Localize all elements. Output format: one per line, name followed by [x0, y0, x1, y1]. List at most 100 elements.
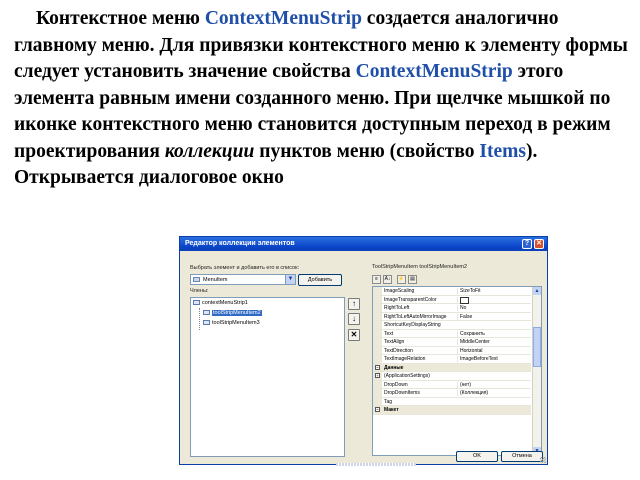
property-name: DropDownItems: [384, 390, 420, 396]
help-button[interactable]: ?: [522, 239, 532, 249]
property-name: ShortcutKeyDisplayString: [384, 322, 441, 328]
tree-item-selected[interactable]: toolStripMenuItem2: [203, 310, 262, 319]
property-name: Данные: [384, 364, 404, 371]
tree-connector: [199, 308, 200, 330]
text-part-1: Контекстное меню: [36, 8, 205, 29]
property-row[interactable]: RightToLeft No: [373, 304, 531, 313]
collapse-icon[interactable]: −: [375, 364, 380, 370]
property-name: TextDirection: [384, 347, 413, 354]
property-name: (ApplicationSettings): [384, 373, 430, 379]
events-icon[interactable]: ⚡: [397, 275, 406, 284]
properties-heading: ToolStripMenuItem toolStripMenuItem2: [372, 264, 468, 270]
tree-item[interactable]: toolStripMenuItem3: [203, 320, 260, 329]
expand-icon[interactable]: +: [375, 373, 380, 378]
property-name: TextImageRelation: [384, 356, 426, 362]
property-grid[interactable]: ImageScaling SizeToFit ImageTransparentCol…: [372, 286, 542, 456]
property-gutter: [373, 338, 382, 346]
dialog-title: Редактор коллекции элементов: [185, 240, 295, 247]
property-value[interactable]: (нет): [457, 381, 534, 388]
property-row[interactable]: DropDownItems (Коллекция): [373, 389, 531, 398]
context-menu-icon: [193, 300, 200, 306]
property-gutter: [373, 321, 382, 329]
property-value[interactable]: MiddleCenter: [457, 339, 534, 345]
scroll-thumb[interactable]: [533, 327, 541, 367]
menu-item-icon: [203, 320, 210, 326]
chevron-down-icon[interactable]: ▼: [285, 275, 295, 284]
color-swatch: [460, 296, 469, 304]
property-gutter: [373, 355, 382, 363]
add-button[interactable]: Добавить: [298, 274, 342, 286]
property-row[interactable]: ShortcutKeyDisplayString: [373, 321, 531, 330]
property-gutter: [373, 287, 382, 295]
property-row[interactable]: TextDirection Horizontal: [373, 346, 534, 355]
property-value[interactable]: ImageBeforeText: [457, 356, 534, 362]
property-value[interactable]: [457, 296, 534, 304]
move-down-button[interactable]: ↓: [348, 313, 360, 325]
property-row[interactable]: Tag: [373, 397, 531, 406]
property-gutter: [373, 389, 382, 397]
collection-editor-dialog: Редактор коллекции элементов ? ✕ Выбрать…: [179, 236, 548, 465]
dialog-titlebar[interactable]: Редактор коллекции элементов ? ✕: [180, 237, 547, 251]
resize-grip-icon[interactable]: [540, 457, 546, 463]
property-grid-scrollbar[interactable]: ▲ ▼: [532, 287, 541, 455]
property-name: Макет: [384, 407, 399, 413]
ok-button[interactable]: OK: [456, 451, 498, 462]
properties-toolbar: ≡ A↓ ⚡ ▤: [372, 275, 542, 285]
property-gutter: [373, 397, 382, 405]
property-gutter: [373, 312, 382, 320]
property-value[interactable]: (Коллекция): [457, 390, 534, 396]
property-row[interactable]: RightToLeftAutoMirrorImage False: [373, 312, 534, 321]
cancel-button[interactable]: Отмена: [501, 451, 543, 462]
property-name: DropDown: [384, 381, 408, 388]
property-row[interactable]: + (ApplicationSettings): [373, 372, 531, 381]
move-up-button[interactable]: ↑: [348, 298, 360, 310]
term-items: Items: [479, 140, 526, 162]
property-gutter: [373, 329, 382, 337]
property-pages-icon[interactable]: ▤: [408, 275, 417, 284]
property-name: ImageScaling: [384, 288, 415, 294]
alphabetical-icon[interactable]: A↓: [383, 275, 392, 284]
members-label: Члены:: [190, 288, 209, 294]
close-button[interactable]: ✕: [534, 239, 544, 249]
item-type-combo[interactable]: MenuItem ▼: [190, 274, 296, 285]
property-value[interactable]: No: [457, 305, 534, 311]
select-item-label: Выбрать элемент и добавить его в список:: [190, 265, 300, 271]
text-part-4: пунктов меню (свойство: [254, 140, 480, 162]
scroll-up-icon[interactable]: ▲: [533, 287, 541, 295]
property-value[interactable]: SizeToFit: [457, 288, 534, 294]
remove-button[interactable]: ✕: [348, 329, 360, 341]
term-contextmenustrip-2: ContextMenuStrip: [355, 61, 513, 82]
property-gutter: [373, 295, 382, 303]
members-tree[interactable]: contextMenuStrip1 toolStripMenuItem2 too…: [190, 297, 345, 457]
property-name: Text: [384, 330, 394, 337]
property-gutter: [373, 346, 382, 354]
menu-item-icon: [193, 277, 200, 282]
property-category[interactable]: − Данные: [373, 363, 531, 372]
property-value[interactable]: Horizontal: [457, 347, 534, 354]
property-row[interactable]: Text Сохранить: [373, 329, 534, 338]
description-paragraph: Контекстное меню ContextMenuStrip создае…: [14, 6, 630, 192]
term-collection: коллекции: [164, 140, 255, 162]
property-gutter: [373, 304, 382, 312]
collapse-icon[interactable]: −: [375, 407, 380, 412]
property-gutter: [373, 380, 382, 388]
property-row[interactable]: ImageScaling SizeToFit: [373, 287, 531, 296]
property-category[interactable]: − Макет: [373, 406, 531, 415]
property-name: TextAlign: [384, 339, 405, 345]
property-row[interactable]: ImageTransparentColor: [373, 295, 534, 304]
tree-item-root[interactable]: contextMenuStrip1: [193, 300, 248, 309]
menu-item-icon: [203, 310, 210, 316]
property-name: RightToLeft: [384, 305, 410, 311]
property-name: RightToLeftAutoMirrorImage: [384, 313, 447, 320]
property-row[interactable]: DropDown (нет): [373, 380, 534, 389]
property-name: Tag: [384, 398, 393, 405]
item-type-value: MenuItem: [203, 277, 228, 283]
categorized-icon[interactable]: ≡: [372, 275, 381, 284]
property-row[interactable]: TextAlign MiddleCenter: [373, 338, 531, 347]
decorative-strip: [336, 463, 416, 466]
property-name: ImageTransparentColor: [384, 296, 437, 303]
property-value[interactable]: Сохранить: [457, 330, 534, 337]
property-row[interactable]: TextImageRelation ImageBeforeText: [373, 355, 531, 364]
term-contextmenustrip: ContextMenuStrip: [204, 8, 362, 29]
property-value[interactable]: False: [457, 313, 534, 320]
